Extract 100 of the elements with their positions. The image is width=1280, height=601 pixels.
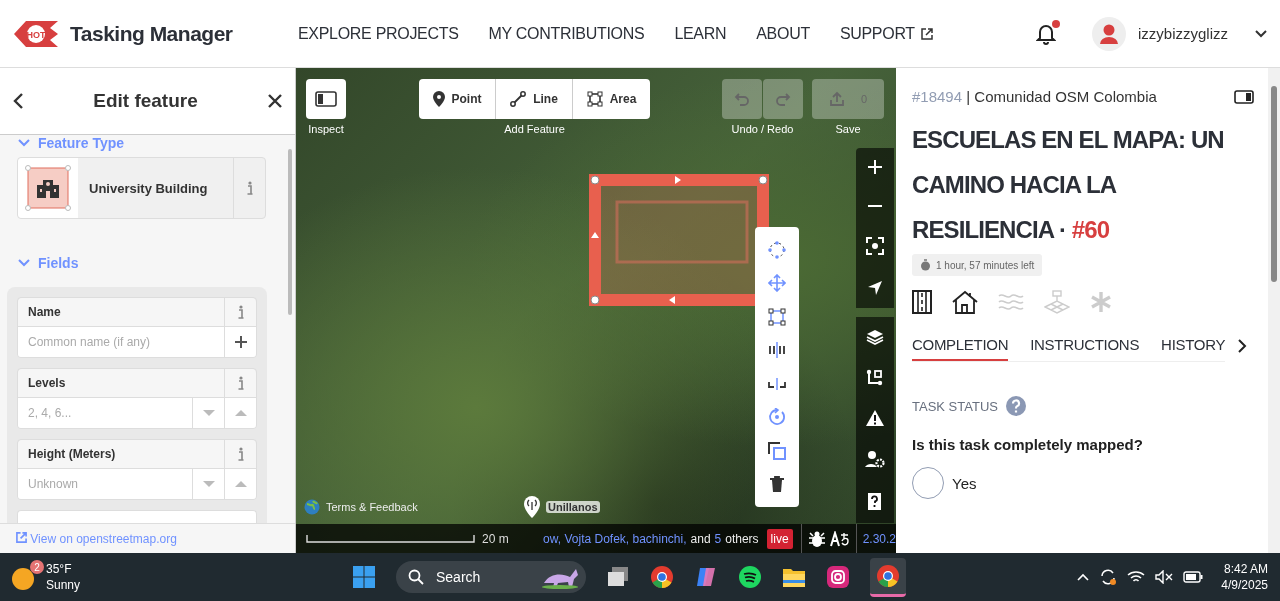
input-field[interactable]: Common name (if any) (18, 327, 224, 357)
rotate-icon[interactable] (768, 408, 786, 427)
contributor-link[interactable]: ow, Vojta Dofek, bachinchi, (543, 531, 687, 546)
add-mode-button[interactable]: Area (573, 79, 650, 119)
weather-condition: Sunny (46, 577, 81, 593)
add-button[interactable] (224, 327, 256, 357)
language-icon[interactable] (829, 530, 850, 547)
tab[interactable]: INSTRUCTIONS (1030, 330, 1140, 361)
line-icon[interactable] (510, 91, 527, 107)
layers-icon[interactable] (866, 328, 884, 345)
app-name[interactable]: Tasking Manager (70, 21, 233, 46)
scale-label: 20 m (482, 531, 509, 546)
circularize-icon[interactable] (768, 240, 786, 259)
map-data-icon[interactable] (866, 368, 884, 387)
sidebar-icon[interactable] (315, 91, 337, 107)
sidebar-toggle-icon[interactable] (1234, 89, 1254, 104)
attribution-text: and (690, 531, 711, 546)
back-icon[interactable] (12, 92, 24, 110)
copy-icon[interactable] (768, 441, 786, 460)
warning-icon[interactable] (866, 410, 884, 426)
battery-icon[interactable] (1183, 571, 1204, 583)
browser-taskbar-button[interactable] (870, 557, 906, 597)
clock-time[interactable]: 8:42 AM (1223, 561, 1268, 577)
search-icon[interactable] (408, 569, 424, 585)
reflect-long-icon[interactable] (768, 341, 786, 360)
tab[interactable]: HISTORY (1161, 330, 1226, 361)
start-icon[interactable] (352, 565, 376, 589)
info-icon[interactable] (237, 305, 244, 319)
logo-icon: HOT (12, 18, 60, 49)
area-icon[interactable] (586, 91, 603, 107)
notification-count: 2 (30, 560, 44, 574)
terms-link[interactable]: Terms & Feedback (326, 501, 418, 513)
chevron-right-icon[interactable] (1237, 338, 1248, 354)
camera-app-icon[interactable] (826, 565, 850, 589)
add-mode-button[interactable]: Line (496, 79, 573, 119)
question-text: Is this task completely mapped? (912, 436, 1144, 453)
selected-area-outline[interactable] (587, 172, 771, 308)
help-icon[interactable] (867, 491, 883, 512)
square-corners-icon[interactable] (768, 307, 786, 326)
close-icon[interactable] (267, 93, 283, 109)
feature-type-name: University Building (88, 179, 209, 198)
scrollbar[interactable] (1268, 68, 1280, 553)
section-heading: TASK STATUS (912, 398, 998, 414)
bug-icon[interactable] (807, 530, 826, 547)
panel-title: Edit feature (93, 90, 198, 112)
info-icon[interactable] (237, 376, 244, 390)
location-arrow-icon[interactable] (867, 279, 883, 296)
sync-icon[interactable] (1099, 568, 1118, 586)
add-mode-button[interactable]: Point (419, 79, 496, 119)
input-field[interactable]: 2, 4, 6... (18, 398, 192, 428)
clock-date[interactable]: 4/9/2025 (1221, 577, 1268, 593)
nav-link[interactable]: ABOUT (756, 24, 810, 43)
project-title: ESCUELAS EN EL MAPA: UN CAMINO HACIA LA RESILIENCIA · #60 (912, 125, 1225, 245)
attribution-text: others (725, 531, 759, 546)
temperature: 35°F (46, 561, 73, 577)
username[interactable]: izzybizzyglizz (1138, 25, 1228, 42)
tab[interactable]: COMPLETION (912, 330, 1009, 361)
folder-icon[interactable] (782, 566, 806, 588)
music-app-icon[interactable] (738, 565, 762, 589)
feature-type-card[interactable]: University Building (17, 157, 266, 219)
info-icon[interactable] (246, 181, 253, 195)
zoom-in-icon[interactable] (868, 160, 882, 175)
contributor-link[interactable]: 5 (714, 531, 722, 546)
place-label: Unillanos (546, 501, 600, 513)
globe-icon (304, 499, 320, 515)
chevron-up-icon[interactable] (1077, 573, 1090, 581)
speaker-muted-icon[interactable] (1155, 570, 1174, 584)
browser-icon[interactable] (876, 563, 900, 588)
taskbar-search[interactable]: Search (396, 561, 586, 593)
nav-link[interactable]: LEARN (674, 24, 727, 43)
input-field[interactable]: Unknown (18, 469, 192, 499)
project-organisation: #18494 | Comunidad OSM Colombia (912, 88, 1157, 105)
info-icon[interactable] (237, 447, 244, 461)
nav-link[interactable]: MY CONTRIBUTIONS (488, 24, 645, 43)
inspect-button[interactable] (306, 79, 346, 119)
move-icon[interactable] (768, 274, 786, 293)
external-link-icon[interactable] (16, 531, 27, 543)
zoom-to-selection-icon[interactable] (866, 237, 884, 256)
toolbar-label: Undo / Redo (731, 123, 794, 135)
wifi-icon[interactable] (1127, 570, 1146, 584)
user-settings-icon[interactable] (865, 449, 885, 468)
nav-link[interactable]: SUPPORT (839, 24, 933, 43)
toolbar-label: Inspect (308, 123, 344, 135)
nav-link[interactable]: EXPLORE PROJECTS (298, 24, 459, 43)
version-link[interactable]: 2.30.2 (856, 531, 896, 546)
weather-sun-icon[interactable] (12, 568, 34, 590)
time-left-badge: 1 hour, 57 minutes left (912, 254, 1043, 276)
browser-icon[interactable] (650, 565, 674, 589)
live-badge: live (766, 528, 793, 549)
field-label: Height (Meters) (27, 446, 117, 463)
toolbar-label: Add Feature (504, 123, 565, 135)
map-pin-icon (524, 496, 540, 518)
stopwatch-icon (920, 259, 931, 271)
plus-icon[interactable] (234, 336, 247, 348)
field-label: Levels (27, 375, 67, 392)
task-view-icon[interactable] (606, 565, 630, 589)
chevron-down-icon[interactable] (1254, 28, 1268, 39)
toolbar-label: Save (835, 123, 861, 135)
trash-icon[interactable] (769, 475, 785, 494)
pin-icon[interactable] (432, 91, 445, 107)
